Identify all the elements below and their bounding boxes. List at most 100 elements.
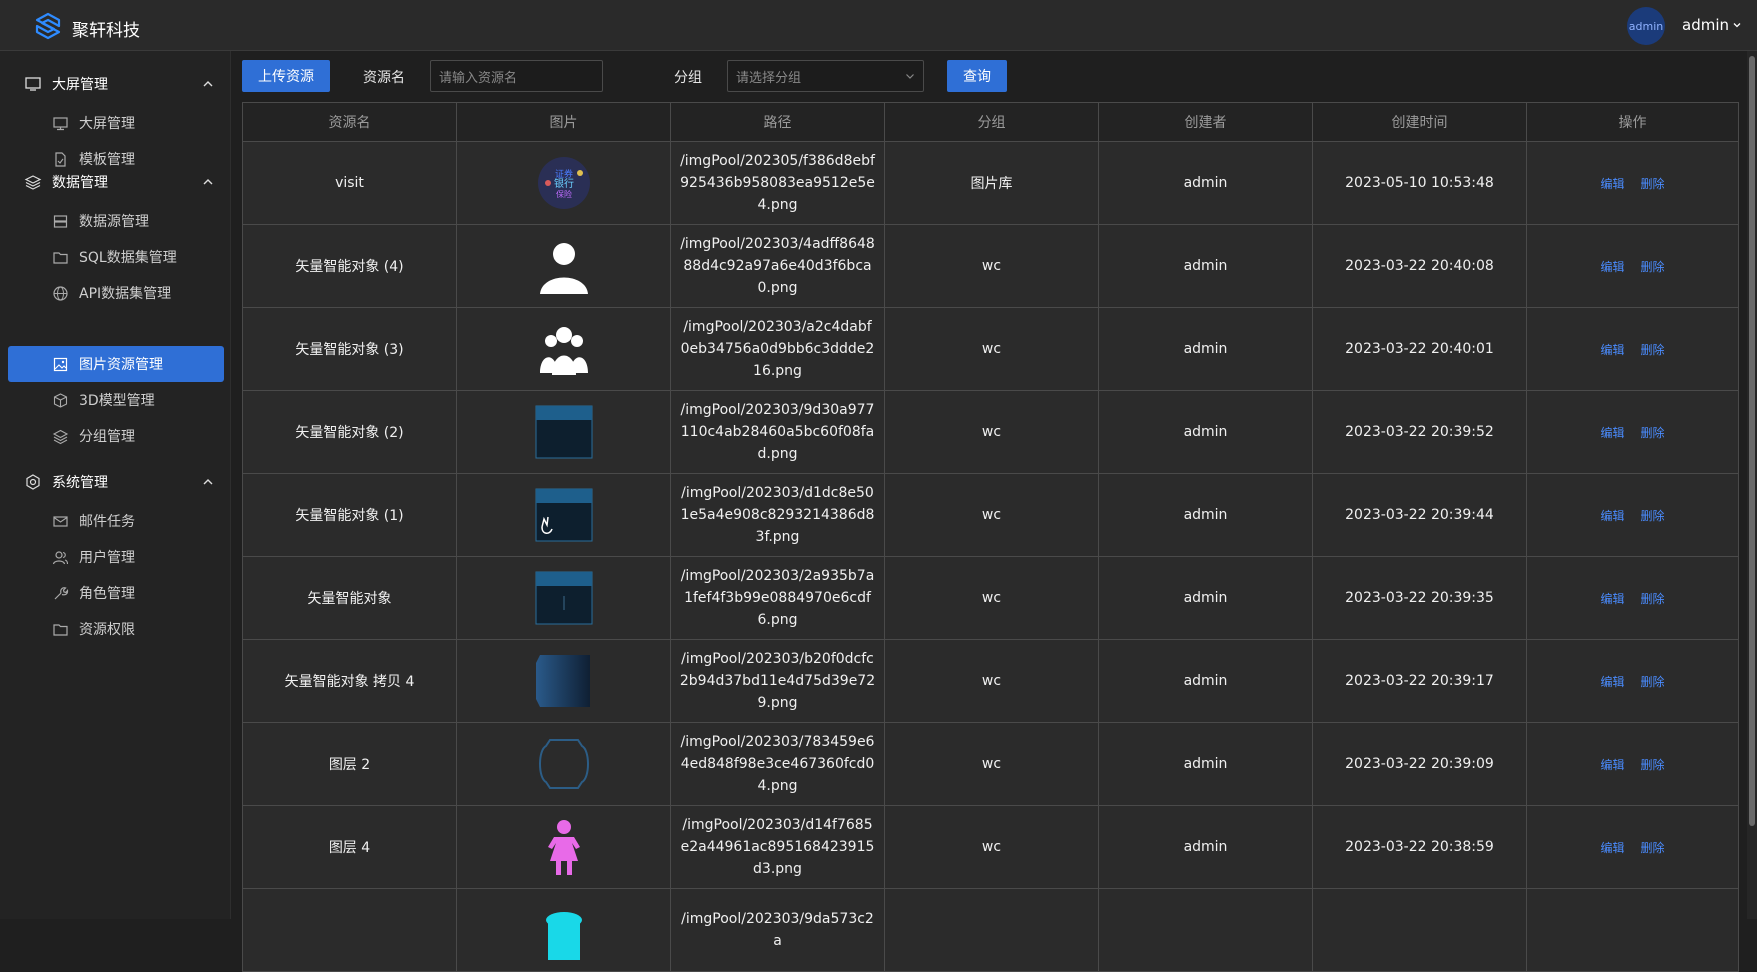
monitor-icon [25,77,41,91]
chevron-up-icon [203,179,213,185]
table-row: visit 证券 银行 保险/imgPool/202305/f386d8ebf9254… [242,141,1739,225]
edit-link[interactable]: 编辑 [1600,841,1624,855]
cell-path: /imgPool/202303/2a935b7a1fef4f3b99e08849… [670,556,885,640]
chevron-down-icon [906,74,914,79]
cell-group: wc [884,805,1099,889]
cell-actions: 编辑 删除 [1526,390,1739,474]
cell-creator: admin [1098,307,1313,391]
cell-created-time: 2023-03-22 20:39:44 [1312,473,1527,557]
cell-group [884,888,1099,972]
cell-group: wc [884,224,1099,308]
cell-actions: 编辑 删除 [1526,805,1739,889]
cell-image[interactable] [456,307,671,391]
database-icon [53,214,68,228]
col-header-image: 图片 [456,102,671,142]
folder-icon [53,623,68,636]
sidebar-item-role[interactable]: 角色管理 [8,575,224,611]
svg-text:保险: 保险 [556,189,572,199]
edit-link[interactable]: 编辑 [1600,177,1624,191]
sidebar-item-label: 图片资源管理 [79,357,163,373]
cell-image[interactable] [456,805,671,889]
sidebar-item-3d-model[interactable]: 3D模型管理 [8,382,224,418]
cell-image[interactable] [456,556,671,640]
cell-path: /imgPool/202303/b20f0dcfc2b94d37bd11e4d7… [670,639,885,723]
cell-name: 矢量智能对象 拷贝 4 [242,639,457,723]
delete-link[interactable]: 删除 [1641,426,1665,440]
delete-link[interactable]: 删除 [1641,177,1665,191]
cell-group: wc [884,556,1099,640]
settings-icon [26,474,40,490]
sidebar-item-label: SQL数据集管理 [79,250,177,266]
cell-creator: admin [1098,556,1313,640]
sidebar-item-resource-permission[interactable]: 资源权限 [8,611,224,647]
sidebar-item-datasource[interactable]: 数据源管理 [8,203,224,239]
layers-icon [24,175,42,190]
cell-actions: 编辑 删除 [1526,141,1739,225]
cell-group: wc [884,722,1099,806]
edit-link[interactable]: 编辑 [1600,592,1624,606]
cell-image[interactable] [456,473,671,557]
resource-name-label: 资源名 [363,70,405,86]
sidebar-item-image-resource[interactable]: 图片资源管理 [8,346,224,382]
sidebar-item-label: 模板管理 [79,152,135,168]
edit-link[interactable]: 编辑 [1600,675,1624,689]
delete-link[interactable]: 删除 [1641,675,1665,689]
cell-path: /imgPool/202305/f386d8ebf925436b958083ea… [670,141,885,225]
edit-link[interactable]: 编辑 [1600,509,1624,523]
sidebar-item-screen-manage[interactable]: 大屏管理 [8,105,224,141]
sidebar-item-api-dataset[interactable]: API数据集管理 [8,275,224,311]
cell-created-time: 2023-05-10 10:53:48 [1312,141,1527,225]
delete-link[interactable]: 删除 [1641,509,1665,523]
cell-image[interactable] [456,224,671,308]
thumbnail-panel-hand [535,488,592,542]
edit-link[interactable]: 编辑 [1600,260,1624,274]
upload-button[interactable]: 上传资源 [242,60,330,92]
sidebar-item-user[interactable]: 用户管理 [8,539,224,575]
cell-path: /imgPool/202303/d14f7685e2a44961ac895168… [670,805,885,889]
cell-image[interactable] [456,722,671,806]
sidebar-item-mail-task[interactable]: 邮件任务 [8,503,224,539]
cell-path: /imgPool/202303/4adff864888d4c92a97a6e40… [670,224,885,308]
cell-group: wc [884,639,1099,723]
edit-link[interactable]: 编辑 [1600,426,1624,440]
cell-image[interactable]: 证券 银行 保险 [456,141,671,225]
sidebar-item-label: 分组管理 [79,429,135,445]
thumbnail-wordcloud: 证券银行保险 [537,157,590,209]
delete-link[interactable]: 删除 [1641,260,1665,274]
edit-link[interactable]: 编辑 [1600,758,1624,772]
sidebar-section-data[interactable]: 数据管理 [24,169,214,195]
sidebar-item-group[interactable]: 分组管理 [8,418,224,454]
delete-link[interactable]: 删除 [1641,592,1665,606]
group-select[interactable]: 请选择分组 [727,60,924,92]
sidebar-item-label: 用户管理 [79,550,135,566]
cell-creator: admin [1098,141,1313,225]
sidebar-item-label: 3D模型管理 [79,393,155,409]
scrollbar-thumb[interactable] [1749,56,1755,826]
cell-name: 矢量智能对象 (4) [242,224,457,308]
query-button[interactable]: 查询 [947,60,1007,92]
edit-link[interactable]: 编辑 [1600,343,1624,357]
chevron-up-icon [203,479,213,485]
user-menu[interactable]: admin [1682,16,1741,34]
sidebar-section-screen[interactable]: 大屏管理 [24,71,214,97]
cell-image[interactable] [456,888,671,972]
delete-link[interactable]: 删除 [1641,343,1665,357]
sidebar: 大屏管理 大屏管理 模板管理 数据管理 数据源管理 SQL数据集管理 API数据… [0,51,231,919]
cell-image[interactable] [456,390,671,474]
sidebar-item-label: 邮件任务 [79,514,135,530]
sidebar-item-label: 角色管理 [79,586,135,602]
cell-image[interactable] [456,639,671,723]
delete-link[interactable]: 删除 [1641,841,1665,855]
resource-name-input[interactable]: 请输入资源名 [430,60,603,92]
logo-icon [35,12,61,40]
delete-link[interactable]: 删除 [1641,758,1665,772]
cell-created-time: 2023-03-22 20:39:52 [1312,390,1527,474]
sidebar-item-sql-dataset[interactable]: SQL数据集管理 [8,239,224,275]
cell-actions: 编辑 删除 [1526,473,1739,557]
sidebar-section-system[interactable]: 系统管理 [24,469,214,495]
table-row: 矢量智能对象 (4) /imgPool/202303/4adff864888d4c… [242,224,1739,308]
cell-creator: admin [1098,722,1313,806]
template-icon [55,151,66,167]
avatar[interactable]: admin [1627,7,1665,45]
top-bar: 聚轩科技 admin admin [0,0,1757,51]
